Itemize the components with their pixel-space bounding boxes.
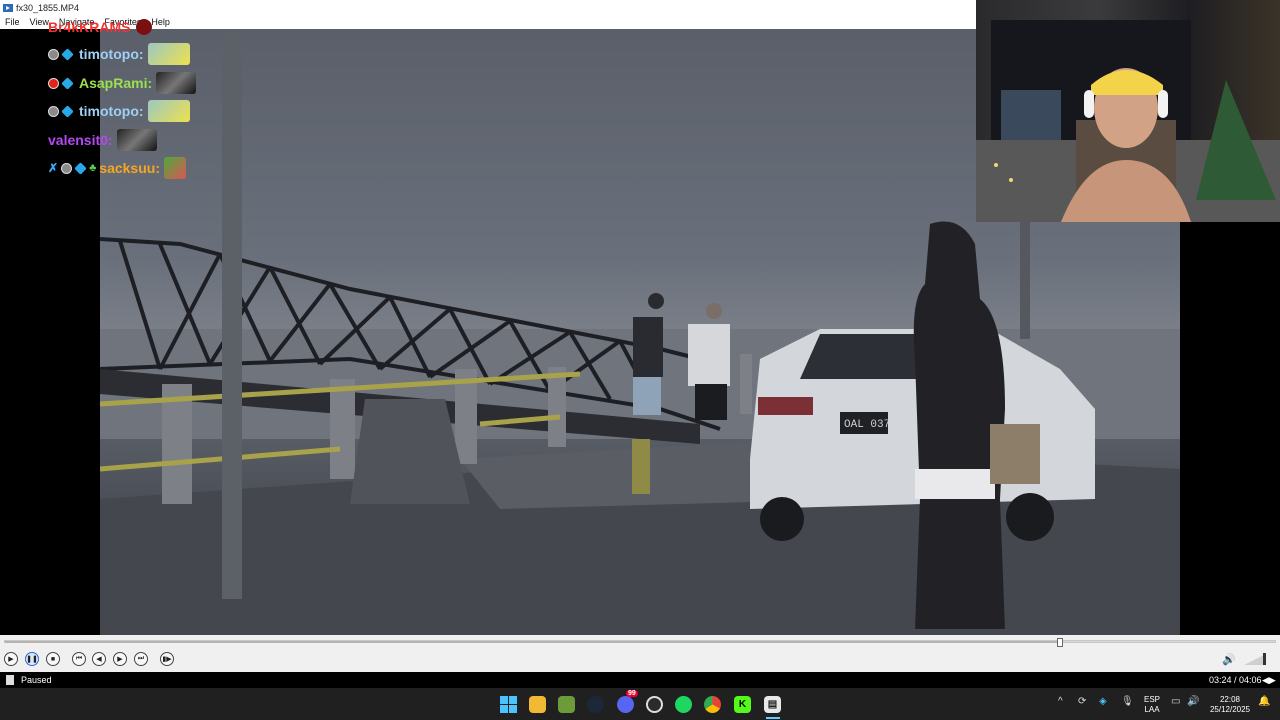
clock-time: 22:08 xyxy=(1219,695,1241,704)
sword-badge-icon: ✗ xyxy=(48,161,59,175)
start-icon[interactable] xyxy=(500,696,517,713)
taskbar: 99 K ▤ ^ ⟳ ◈ 🎙 ESP LAA ▭ 🔊 22:08 25/12/2… xyxy=(0,688,1280,720)
rewind-icon: ◀ xyxy=(96,656,102,663)
cube-badge-icon xyxy=(61,76,74,90)
next-icon: ⏭ xyxy=(137,655,145,662)
grey-badge-icon xyxy=(48,48,59,60)
leaf-badge-icon: ♣ xyxy=(89,162,97,174)
chat-line: timotopo: xyxy=(48,43,190,65)
pause-button[interactable]: ❚❚ xyxy=(25,652,39,666)
status-file-icon xyxy=(6,675,14,685)
rewind-button[interactable]: ◀ xyxy=(92,652,106,666)
chat-username-partial: Br4kKRAMS xyxy=(48,19,131,35)
audio-icon: ◀▶ xyxy=(1262,674,1276,685)
chat-emote-icon xyxy=(156,72,197,94)
next-button[interactable]: ⏭ xyxy=(134,652,148,666)
cube-badge-icon xyxy=(74,161,87,175)
chat-emote-icon xyxy=(163,157,186,179)
license-plate: OAL 037 xyxy=(844,419,890,431)
clock-date: 25/12/2025 xyxy=(1209,705,1251,714)
prev-button[interactable]: ⏮ xyxy=(72,652,86,666)
stop-icon: ■ xyxy=(50,655,56,663)
seek-thumb[interactable] xyxy=(1056,638,1063,647)
spotify-icon[interactable] xyxy=(675,696,692,713)
volume-slider[interactable] xyxy=(1244,652,1268,666)
window-title: fx30_1855.MP4 xyxy=(16,2,80,13)
grey-badge-icon xyxy=(48,105,59,117)
webcam-feed xyxy=(976,20,1280,222)
discord-badge: 99 xyxy=(626,690,638,697)
webcam-overlay xyxy=(976,0,1280,222)
discord-icon[interactable]: 99 xyxy=(617,690,638,713)
file-explorer-icon[interactable] xyxy=(529,696,546,713)
minecraft-icon[interactable] xyxy=(558,696,575,713)
chrome-icon[interactable] xyxy=(704,696,721,713)
stop-button[interactable]: ■ xyxy=(46,652,60,666)
play-icon: ▶ xyxy=(8,656,14,663)
chat-username: sacksuu: xyxy=(99,160,160,176)
microphone-icon[interactable]: 🎙 xyxy=(1121,696,1134,707)
defender-icon[interactable]: ◈ xyxy=(1099,696,1107,707)
cube-badge-icon xyxy=(61,104,74,118)
pause-icon: ❚❚ xyxy=(26,656,38,663)
play-button[interactable]: ▶ xyxy=(4,652,18,666)
chat-line-partial: Br4kKRAMS xyxy=(48,16,155,38)
forward-button[interactable]: ▶ xyxy=(113,652,127,666)
chat-emote-partial xyxy=(136,19,153,35)
prev-icon: ⏮ xyxy=(75,655,83,662)
chat-emote-icon xyxy=(147,100,190,122)
obs-icon[interactable] xyxy=(646,696,663,713)
chat-line: timotopo: xyxy=(48,100,190,122)
playback-status: Paused xyxy=(21,675,52,685)
keyboard-label: LAA xyxy=(1144,705,1160,714)
language-indicator[interactable]: ESP LAA xyxy=(1140,695,1164,715)
cube-badge-icon xyxy=(61,47,74,61)
media-player-app-icon xyxy=(3,3,13,12)
volume-tray-icon[interactable]: 🔊 xyxy=(1187,696,1199,707)
clock[interactable]: 22:08 25/12/2025 xyxy=(1205,695,1255,715)
menu-file[interactable]: File xyxy=(0,17,25,27)
chat-username: timotopo: xyxy=(79,103,144,119)
volume-button[interactable]: 🔊 xyxy=(1222,652,1236,666)
grey-badge-icon xyxy=(61,162,73,174)
time-display: 03:24 / 04:06 xyxy=(1209,675,1262,685)
active-app-indicator xyxy=(766,717,780,719)
media-player-icon[interactable]: ▤ xyxy=(764,696,781,713)
forward-icon: ▶ xyxy=(117,656,123,663)
chat-username: AsapRami: xyxy=(79,75,153,91)
sync-icon[interactable]: ⟳ xyxy=(1078,696,1086,707)
steam-icon[interactable] xyxy=(587,696,604,713)
tray-overflow-icon[interactable]: ^ xyxy=(1058,696,1063,707)
chat-line: valensit0: xyxy=(48,129,157,151)
frame-step-button[interactable]: ▮▶ xyxy=(160,652,174,666)
language-label: ESP xyxy=(1143,695,1160,704)
kick-icon[interactable]: K xyxy=(734,696,751,713)
seek-bar-progress xyxy=(5,641,1061,643)
chat-username: valensit0: xyxy=(48,132,113,148)
status-bar: Paused 03:24 / 04:06 ◀▶ xyxy=(0,672,1280,688)
window-titlebar: fx30_1855.MP4 xyxy=(0,0,976,15)
speaker-icon: 🔊 xyxy=(1222,653,1236,666)
chat-emote-icon xyxy=(116,129,157,151)
chat-line: AsapRami: xyxy=(48,72,197,94)
chat-username: timotopo: xyxy=(79,46,144,62)
chat-emote-icon xyxy=(147,43,190,65)
frame-step-icon: ▮▶ xyxy=(162,656,172,663)
notification-icon[interactable]: 🔔 xyxy=(1258,696,1270,707)
network-icon[interactable]: ▭ xyxy=(1171,696,1180,707)
red-badge-icon xyxy=(48,77,59,89)
chat-line: ✗ ♣ sacksuu: xyxy=(48,157,186,179)
